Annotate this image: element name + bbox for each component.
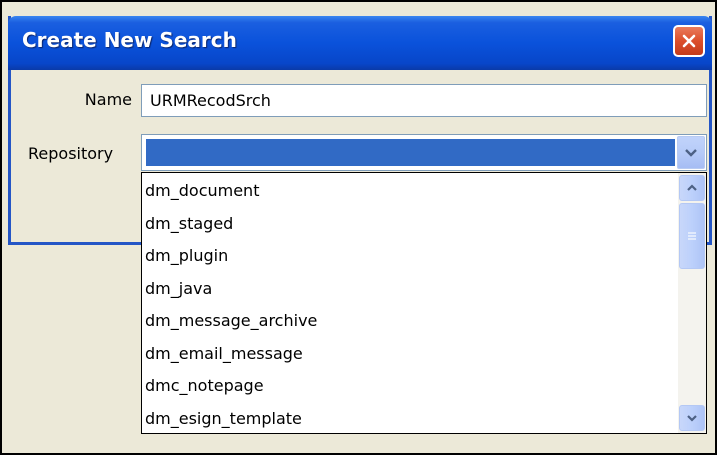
list-item[interactable]: dm_java [142, 273, 677, 306]
list-item[interactable]: dm_message_archive [142, 305, 677, 338]
chevron-down-icon [687, 415, 697, 422]
name-input[interactable]: URMRecodSrch [141, 84, 707, 117]
repository-select[interactable] [141, 134, 707, 171]
repository-selected-value [146, 139, 675, 166]
close-x-icon [682, 34, 696, 48]
chevron-up-icon [687, 184, 697, 191]
repository-label: Repository [28, 144, 114, 163]
list-item[interactable]: dm_document [142, 175, 677, 208]
list-item[interactable]: dm_plugin [142, 240, 677, 273]
scroll-down-button[interactable] [679, 405, 705, 431]
name-label: Name [84, 90, 132, 109]
list-item[interactable]: dmc_notepage [142, 370, 677, 403]
dropdown-scrollbar[interactable] [678, 173, 706, 433]
list-item[interactable]: dm_email_message [142, 338, 677, 371]
dropdown-items: dm_document dm_staged dm_plugin dm_java … [142, 173, 677, 433]
scrollbar-thumb[interactable] [679, 203, 705, 269]
repository-dropdown-list[interactable]: dm_document dm_staged dm_plugin dm_java … [141, 172, 707, 434]
list-item[interactable]: dm_staged [142, 208, 677, 241]
dropdown-toggle-button[interactable] [677, 136, 705, 169]
dialog-title: Create New Search [22, 28, 237, 52]
list-item[interactable]: dm_esign_template [142, 403, 677, 436]
close-button[interactable] [673, 25, 705, 57]
dialog-titlebar[interactable]: Create New Search [8, 16, 712, 70]
scroll-up-button[interactable] [679, 175, 705, 201]
grip-lines-icon [688, 232, 696, 240]
chevron-down-icon [685, 148, 697, 157]
